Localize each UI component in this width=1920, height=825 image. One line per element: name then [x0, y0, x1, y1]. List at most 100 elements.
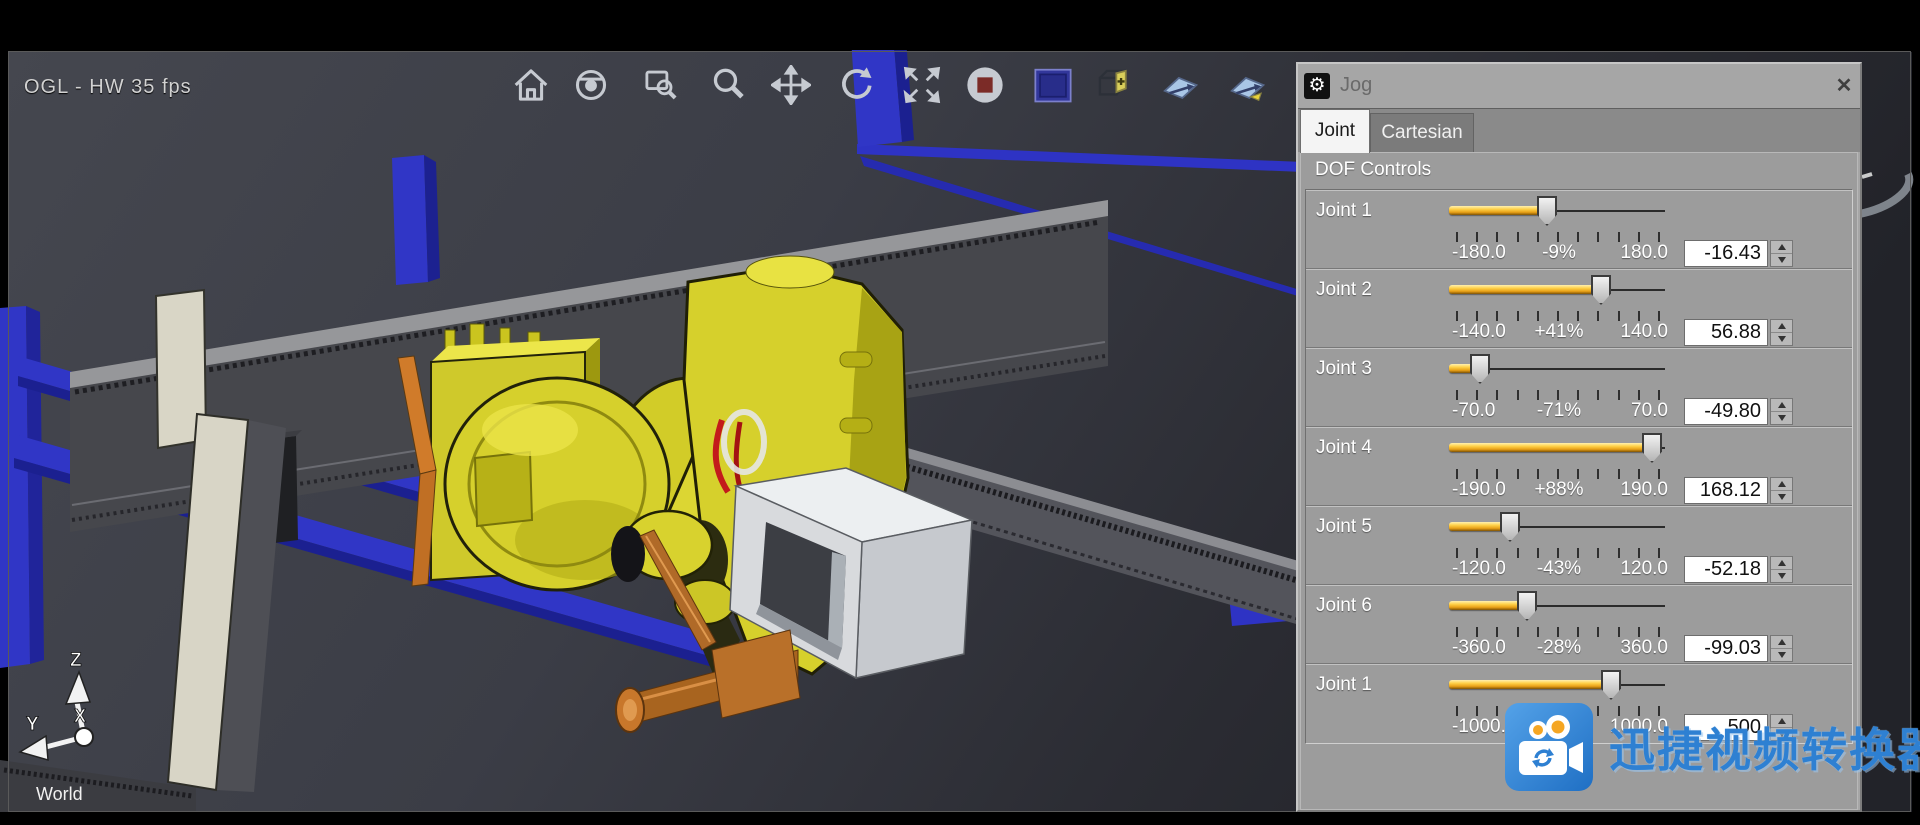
- slider-handle[interactable]: [1517, 591, 1537, 621]
- zoom-window-icon[interactable]: [639, 63, 683, 107]
- tick-mark: [1456, 706, 1458, 716]
- pan-icon[interactable]: [769, 63, 813, 107]
- tick-mark: [1557, 627, 1559, 637]
- tick-mark: [1597, 232, 1599, 242]
- tick-mark: [1658, 232, 1660, 242]
- tick-mark: [1517, 390, 1519, 400]
- tick-mark: [1496, 548, 1498, 558]
- slider-handle[interactable]: [1601, 670, 1621, 700]
- tick-mark: [1577, 311, 1579, 321]
- tick-mark: [1638, 469, 1640, 479]
- joint-value-input[interactable]: 168.12: [1684, 477, 1768, 504]
- joint-value-input[interactable]: -49.80: [1684, 398, 1768, 425]
- tick-mark: [1537, 469, 1539, 479]
- jog-panel-header[interactable]: ⚙ Jog ✕: [1298, 64, 1860, 108]
- slider-handle[interactable]: [1591, 275, 1611, 305]
- range-max-label: 190.0: [1586, 479, 1668, 501]
- joint-slider-list: Joint 1 -180.0 -9% 180.0 -16.43 Joint 2 …: [1305, 189, 1853, 744]
- rotate-view-icon[interactable]: [833, 63, 877, 107]
- tab-cartesian[interactable]: Cartesian: [1370, 113, 1474, 153]
- joint-slider-row: Joint 1 -180.0 -9% 180.0 -16.43: [1306, 190, 1852, 269]
- clipping-plane-alt-icon[interactable]: [1225, 63, 1269, 107]
- spin-down-button[interactable]: [1771, 648, 1792, 661]
- slider-handle[interactable]: [1642, 433, 1662, 463]
- orbit-view-icon[interactable]: [569, 63, 613, 107]
- tick-mark: [1577, 469, 1579, 479]
- tick-mark: [1658, 627, 1660, 637]
- tick-mark: [1476, 390, 1478, 400]
- spin-down-button[interactable]: [1771, 332, 1792, 345]
- joint-slider-row: Joint 6 -360.0 -28% 360.0 -99.03: [1306, 585, 1852, 664]
- y-axis-label: Y: [26, 714, 39, 735]
- joint-slider[interactable]: [1449, 275, 1665, 309]
- tick-mark: [1638, 390, 1640, 400]
- joint-slider[interactable]: [1449, 196, 1665, 230]
- zoom-icon[interactable]: [707, 63, 751, 107]
- tick-mark: [1658, 311, 1660, 321]
- spin-down-button[interactable]: [1771, 569, 1792, 582]
- slider-handle[interactable]: [1537, 196, 1557, 226]
- home-icon[interactable]: [509, 63, 553, 107]
- tick-mark: [1476, 548, 1478, 558]
- tick-mark: [1476, 311, 1478, 321]
- shading-color-icon[interactable]: [1031, 63, 1075, 107]
- spin-down-button[interactable]: [1771, 490, 1792, 503]
- tick-mark: [1658, 548, 1660, 558]
- close-icon[interactable]: ✕: [1832, 74, 1856, 98]
- joint-slider[interactable]: [1449, 354, 1665, 388]
- slider-fill: [1449, 601, 1527, 610]
- joint-slider[interactable]: [1449, 670, 1665, 704]
- x-axis-label: X: [74, 706, 86, 726]
- value-spinner: [1770, 319, 1793, 346]
- tick-mark: [1618, 469, 1620, 479]
- tick-mark: [1618, 311, 1620, 321]
- z-axis-label: Z: [70, 650, 82, 671]
- joint-value-input[interactable]: -16.43: [1684, 240, 1768, 267]
- joint-slider-row: Joint 4 -190.0 +88% 190.0 168.12: [1306, 427, 1852, 506]
- tick-mark: [1537, 548, 1539, 558]
- joint-slider[interactable]: [1449, 433, 1665, 467]
- spin-down-button[interactable]: [1771, 411, 1792, 424]
- tick-mark: [1537, 627, 1539, 637]
- tick-mark: [1638, 548, 1640, 558]
- tick-mark: [1537, 311, 1539, 321]
- joint-value-input[interactable]: -52.18: [1684, 556, 1768, 583]
- tick-mark: [1476, 627, 1478, 637]
- tick-mark: [1456, 311, 1458, 321]
- tick-mark: [1597, 469, 1599, 479]
- tab-joint[interactable]: Joint: [1300, 109, 1370, 153]
- range-min-label: -70.0: [1452, 400, 1495, 422]
- tick-mark: [1618, 232, 1620, 242]
- tick-mark: [1476, 469, 1478, 479]
- range-max-label: 360.0: [1586, 637, 1668, 659]
- fit-to-view-icon[interactable]: [900, 63, 944, 107]
- range-min-label: -120.0: [1452, 558, 1506, 580]
- joint-slider[interactable]: [1449, 512, 1665, 546]
- joint-label: Joint 1: [1316, 200, 1372, 222]
- joint-label: Joint 1: [1316, 674, 1372, 696]
- joint-value-input[interactable]: -99.03: [1684, 635, 1768, 662]
- value-spinner: [1770, 477, 1793, 504]
- range-max-label: 140.0: [1586, 321, 1668, 343]
- app-window: Z X Y World OGL - HW 35 fps: [0, 0, 1920, 825]
- tick-mark: [1557, 390, 1559, 400]
- tick-mark: [1577, 390, 1579, 400]
- joint-slider-row: Joint 3 -70.0 -71% 70.0 -49.80: [1306, 348, 1852, 427]
- tick-mark: [1618, 390, 1620, 400]
- frame-box-icon[interactable]: [1092, 63, 1136, 107]
- slider-handle[interactable]: [1500, 512, 1520, 542]
- joint-slider[interactable]: [1449, 591, 1665, 625]
- stop-button[interactable]: [963, 63, 1007, 107]
- clipping-plane-icon[interactable]: [1158, 63, 1202, 107]
- jog-panel-title: Jog: [1340, 74, 1372, 97]
- tick-mark: [1577, 627, 1579, 637]
- joint-value-input[interactable]: 56.88: [1684, 319, 1768, 346]
- video-converter-icon: [1505, 703, 1593, 791]
- slider-handle[interactable]: [1470, 354, 1490, 384]
- joint-slider-row: Joint 5 -120.0 -43% 120.0 -52.18: [1306, 506, 1852, 585]
- tick-mark: [1658, 390, 1660, 400]
- value-spinner: [1770, 556, 1793, 583]
- spin-down-button[interactable]: [1771, 253, 1792, 266]
- gear-icon[interactable]: ⚙: [1304, 73, 1330, 99]
- tick-mark: [1517, 548, 1519, 558]
